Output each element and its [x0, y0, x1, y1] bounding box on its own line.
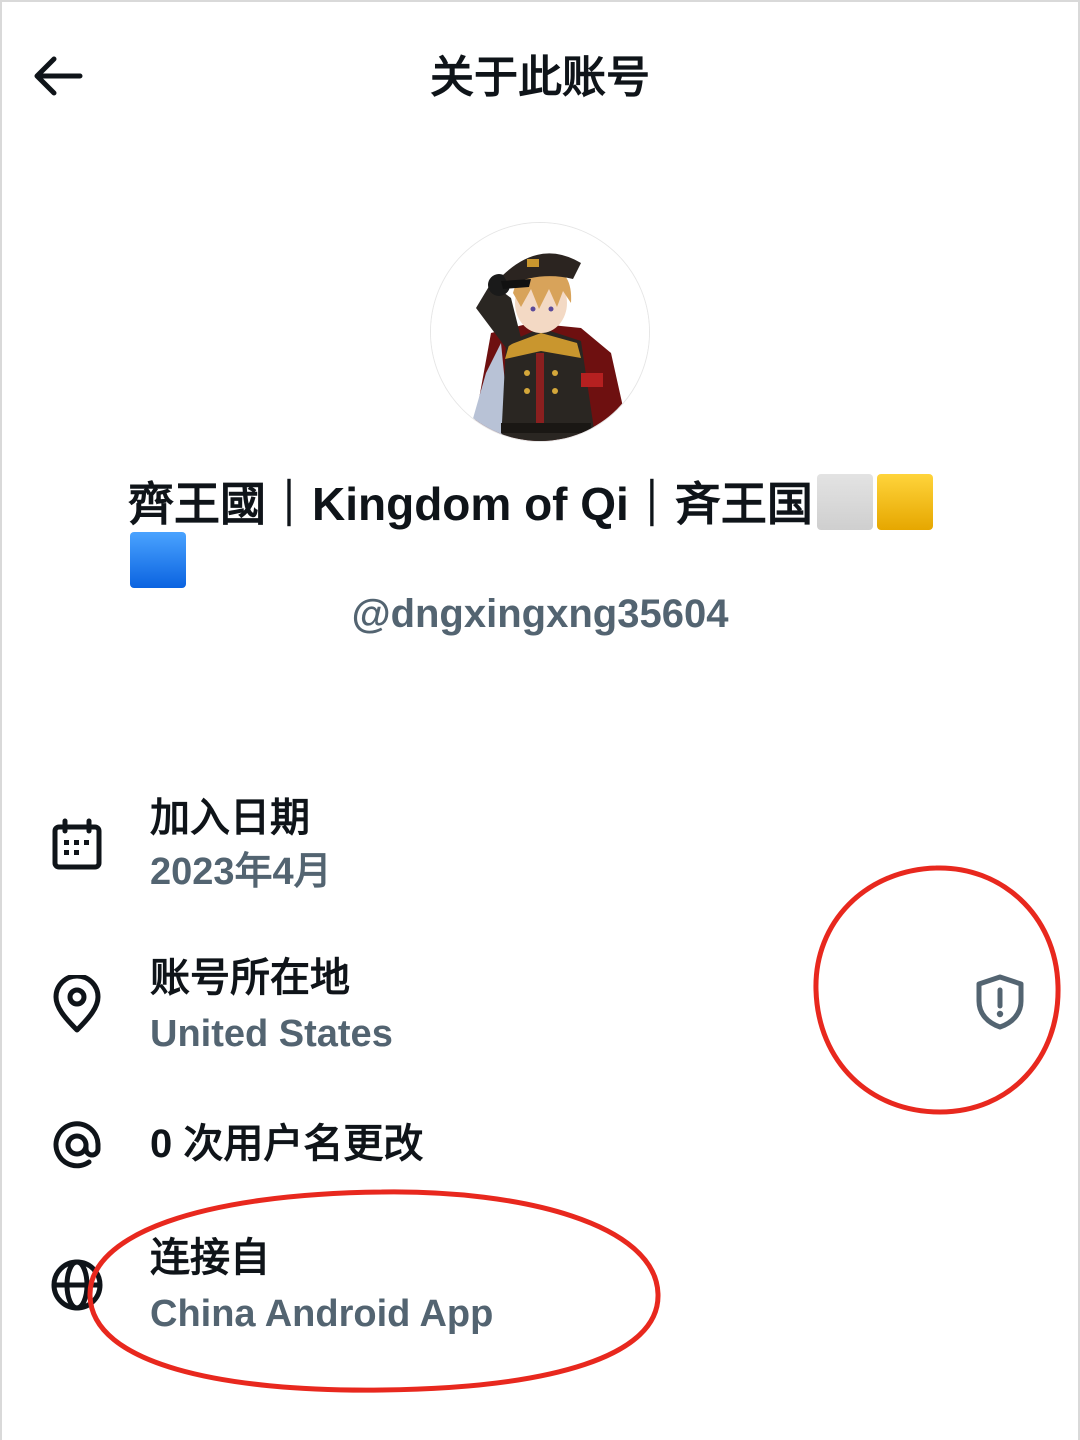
at-sign-icon — [46, 1114, 108, 1176]
calendar-icon — [46, 814, 108, 876]
avatar[interactable] — [430, 222, 650, 442]
yellow-square-emoji — [876, 474, 933, 530]
location-pin-icon — [46, 974, 108, 1036]
detail-row-connected-via: 连接自 China Android App — [0, 1230, 1080, 1340]
location-value: United States — [150, 1013, 393, 1055]
user-handle: @dngxingxng35604 — [351, 592, 729, 636]
avatar-illustration — [431, 223, 649, 441]
join-date-label: 加入日期 — [150, 796, 310, 840]
page-title: 关于此账号 — [430, 53, 650, 102]
shield-alert-button[interactable] — [968, 970, 1032, 1034]
detail-row-location: 账号所在地 United States — [0, 950, 1080, 1060]
display-name-text: 齊王國｜Kingdom of Qi｜斉王国 — [128, 478, 813, 530]
screenshot-frame — [0, 0, 1080, 1440]
white-square-emoji — [816, 474, 873, 530]
detail-row-username-changes: 0 次用户名更改 — [0, 1112, 1080, 1182]
display-name: 齊王國｜Kingdom of Qi｜斉王国 — [128, 474, 968, 590]
globe-icon — [46, 1254, 108, 1316]
connected-via-value: China Android App — [150, 1293, 494, 1335]
join-date-value: 2023年4月 — [150, 851, 332, 893]
detail-row-join-date: 加入日期 2023年4月 — [0, 790, 1080, 900]
location-label: 账号所在地 — [150, 956, 350, 1000]
username-changes-label: 0 次用户名更改 — [150, 1122, 424, 1166]
blue-square-emoji — [130, 532, 186, 588]
connected-via-label: 连接自 — [150, 1236, 270, 1280]
shield-alert-icon — [976, 974, 1024, 1030]
